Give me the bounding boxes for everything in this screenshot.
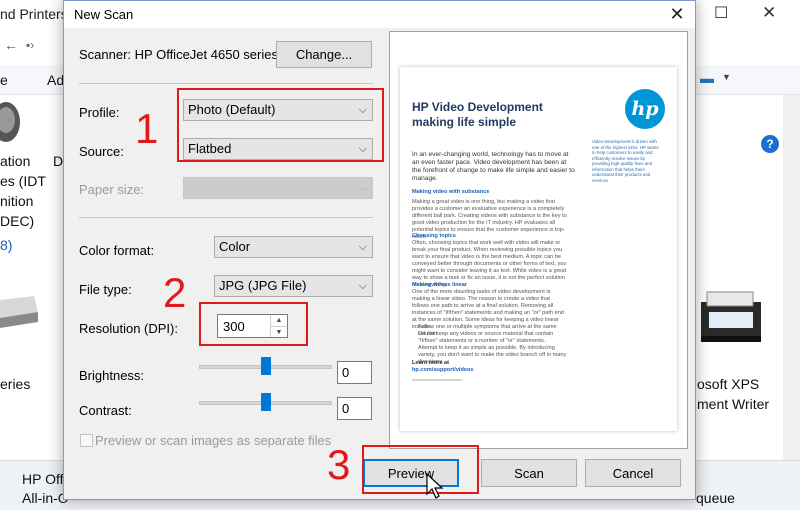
- separate-files-label: Preview or scan images as separate files: [95, 433, 332, 448]
- xps-printer-icon[interactable]: [695, 288, 767, 348]
- paper-size-label: Paper size:: [79, 182, 145, 197]
- annotation-number-2: 2: [163, 269, 187, 316]
- preview-document: HP Video Development making life simple …: [400, 67, 677, 431]
- contrast-slider-thumb[interactable]: [260, 393, 271, 411]
- file-type-select[interactable]: JPG (JPG File) ⌵: [214, 275, 373, 297]
- background-scrollbar[interactable]: [783, 95, 800, 460]
- profile-label: Profile:: [79, 105, 120, 120]
- contrast-value-box[interactable]: 0: [337, 397, 372, 420]
- scan-button[interactable]: Scan: [481, 459, 577, 487]
- device-label-line-2: es (IDT: [0, 173, 46, 189]
- scanner-label: Scanner: HP OfficeJet 4650 series...: [79, 47, 289, 62]
- command-fragment-1[interactable]: e: [0, 72, 8, 88]
- doc-learn-more: Learn more at: [412, 360, 449, 366]
- color-format-value: Color: [219, 239, 251, 254]
- file-type-label: File type:: [79, 282, 132, 297]
- close-icon[interactable]: ✕: [762, 3, 776, 23]
- annotation-number-3: 3: [327, 441, 351, 488]
- background-window-title: nd Printers: [0, 6, 68, 22]
- doc-footer-line: [412, 379, 462, 381]
- printer-right-label-2: ment Writer: [697, 396, 770, 412]
- printer-right-label-1: osoft XPS: [697, 376, 760, 392]
- color-format-select[interactable]: Color ⌵: [214, 236, 373, 258]
- change-scanner-button[interactable]: Change...: [276, 41, 372, 68]
- doc-learn-more-link: hp.com/support/videos: [412, 367, 474, 373]
- doc-side-note: Video Development is driven with one of …: [592, 139, 659, 183]
- separate-files-checkbox[interactable]: [80, 434, 93, 447]
- chevron-down-icon: ⌵: [358, 241, 367, 253]
- cancel-button[interactable]: Cancel: [585, 459, 681, 487]
- annotation-box-2: [199, 302, 308, 346]
- dialog-close-icon[interactable]: ✕: [666, 4, 688, 24]
- device-d-fragment: D: [53, 153, 64, 169]
- scan-preview-pane: HP Video Development making life simple …: [389, 31, 688, 449]
- resolution-label: Resolution (DPI):: [79, 321, 178, 336]
- doc-subheading-1: Choosing topics: [412, 233, 456, 239]
- dialog-title: New Scan: [74, 7, 134, 22]
- file-type-value: JPG (JPG File): [219, 278, 307, 293]
- device-count-fragment[interactable]: 8): [0, 237, 12, 253]
- hp-logo: hp: [625, 89, 665, 129]
- view-options-icon[interactable]: ▬: [700, 70, 714, 86]
- doc-title-line-2: making life simple: [412, 115, 517, 129]
- folder-icon: ▪›: [26, 38, 35, 52]
- status-device-name-2: All-in-O: [22, 490, 69, 506]
- brightness-slider-thumb[interactable]: [260, 357, 271, 375]
- doc-heading: Making video with substance: [412, 189, 490, 195]
- separator-2: [79, 217, 373, 218]
- contrast-label: Contrast:: [79, 403, 132, 418]
- status-device-name-1: HP Offi: [22, 471, 67, 487]
- device-label-line-4: DEC): [0, 213, 35, 229]
- annotation-box-3: [362, 445, 479, 494]
- annotation-number-1: 1: [135, 105, 159, 152]
- brightness-value-box[interactable]: 0: [337, 361, 372, 384]
- color-format-label: Color format:: [79, 243, 155, 258]
- command-fragment-2[interactable]: Ad: [47, 72, 64, 88]
- new-scan-dialog: New Scan ✕ Scanner: HP OfficeJet 4650 se…: [63, 0, 696, 500]
- mouse-cursor-icon: [426, 472, 444, 499]
- chevron-down-icon[interactable]: ▼: [722, 72, 731, 82]
- brightness-label: Brightness:: [79, 368, 145, 383]
- device-label-line-1: ation: [0, 153, 31, 169]
- chevron-down-icon: ⌵: [358, 280, 367, 292]
- printer-device-icon[interactable]: [0, 292, 40, 332]
- doc-bullet-2: Do not keep any videos or source materia…: [418, 331, 554, 344]
- source-label: Source:: [79, 144, 124, 159]
- headset-device-icon: [0, 102, 20, 142]
- maximize-icon[interactable]: ☐: [714, 3, 728, 23]
- status-queue-fragment: queue: [696, 490, 735, 506]
- separator-1: [79, 83, 373, 84]
- dialog-titlebar: New Scan ✕: [64, 1, 695, 28]
- doc-subheading-2: Making videos linear: [412, 282, 468, 288]
- printer-left-label: eries: [0, 376, 31, 392]
- doc-intro: In an ever-changing world, technology ha…: [412, 151, 575, 182]
- doc-title-line-1: HP Video Development: [412, 100, 543, 114]
- annotation-box-1: [177, 88, 384, 162]
- chevron-down-icon: ⌵: [358, 182, 367, 194]
- paper-size-select: ⌵: [183, 177, 373, 199]
- help-icon[interactable]: ?: [761, 135, 779, 153]
- back-arrow-icon[interactable]: ←: [4, 37, 18, 53]
- device-label-line-3: nition: [0, 193, 34, 209]
